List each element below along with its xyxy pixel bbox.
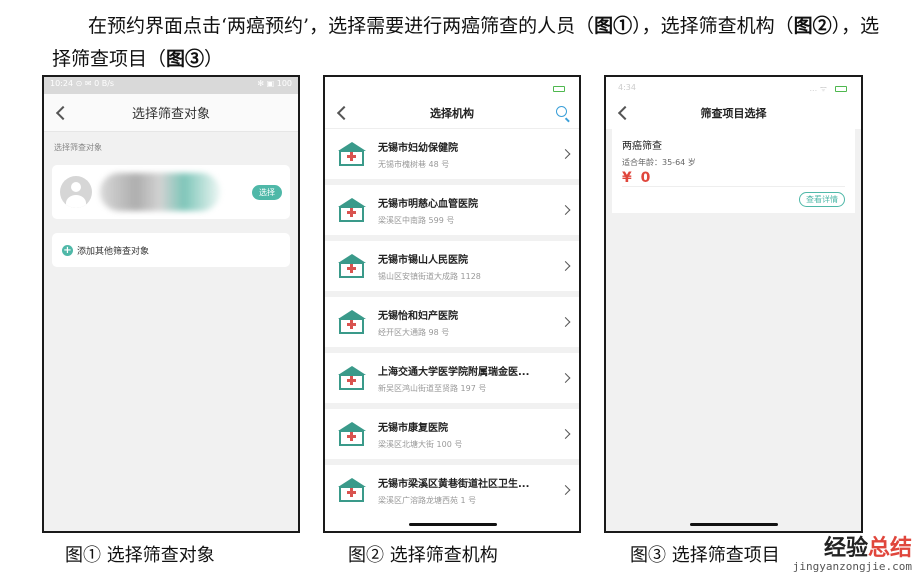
page-title: 筛查项目选择: [700, 107, 767, 120]
page-body: 两癌筛查 适合年龄：35-64 岁 ¥ 0 查看详情: [606, 129, 861, 531]
institution-item[interactable]: 无锡怡和妇产医院 经开区大通路 98 号: [325, 297, 579, 347]
institution-list: 无锡市妇幼保健院 无锡市槐树巷 48 号 无锡市明慈心血管医院 梁溪区中南路 599…: [325, 129, 579, 515]
institution-item[interactable]: 无锡市明慈心血管医院 梁溪区中南路 599 号: [325, 185, 579, 235]
institution-address: 无锡市槐树巷 48 号: [378, 159, 450, 169]
hospital-icon: [335, 477, 368, 503]
intro-ref-1: 图①: [594, 15, 633, 37]
add-target-label: 添加其他筛查对象: [77, 246, 150, 257]
chevron-right-icon: [560, 261, 571, 271]
divider: [622, 186, 845, 187]
status-left: 10:24 ⊙ ✉ 0 B/s: [50, 79, 115, 88]
intro-ref-2: 图②: [793, 15, 832, 37]
institution-address: 梁溪区中南路 599 号: [378, 215, 455, 225]
battery-icon: [835, 86, 847, 92]
instruction-paragraph: 在预约界面点击‘两癌预约’，选择需要进行两癌筛查的人员（图①），选择筛查机构（图…: [52, 10, 892, 76]
chevron-right-icon: [560, 205, 571, 215]
institution-address: 梁溪区广溶路龙塘西苑 1 号: [378, 495, 477, 505]
person-card[interactable]: 选择: [52, 165, 290, 219]
screening-item-card[interactable]: 两癌筛查 适合年龄：35-64 岁 ¥ 0 查看详情: [612, 129, 855, 213]
watermark-logo: 经验总结: [793, 530, 912, 562]
hospital-icon: [335, 253, 368, 279]
caption-figure-1: 图① 选择筛查对象: [65, 545, 215, 566]
hospital-icon: [335, 421, 368, 447]
chevron-right-icon: [560, 429, 571, 439]
institution-item[interactable]: 无锡市锡山人民医院锡山区安镇街道大成路 1128: [325, 241, 579, 291]
blurred-name: [100, 173, 220, 211]
watermark-text-b: 总结: [867, 536, 912, 561]
item-price: ¥ 0: [622, 170, 653, 186]
nav-bar: 筛查项目选择: [606, 97, 861, 129]
intro-text-2: ），选择筛查机构（: [632, 15, 794, 37]
institution-item[interactable]: 无锡市梁溪区黄巷街道社区卫生... 梁溪区广溶路龙塘西苑 1 号: [325, 465, 579, 515]
view-details-button[interactable]: 查看详情: [799, 192, 845, 207]
watermark-url: jingyanzongjie.com: [792, 560, 912, 573]
status-bar: [325, 77, 579, 97]
hospital-icon: [335, 309, 368, 335]
institution-address: 梁溪区北塘大街 100 号: [378, 439, 463, 449]
battery-icon: [553, 86, 565, 92]
intro-text-1: 在预约界面点击‘两癌预约’，选择需要进行两癌筛查的人员（: [88, 15, 595, 37]
status-time: 4:34: [618, 83, 636, 92]
institution-name: 无锡市妇幼保健院: [378, 142, 458, 154]
watermark: 经验总结 jingyanzongjie.com: [793, 530, 912, 573]
hospital-icon: [335, 141, 368, 167]
add-target-button[interactable]: + 添加其他筛查对象: [52, 233, 290, 267]
institution-item[interactable]: 无锡市妇幼保健院 无锡市槐树巷 48 号: [325, 129, 579, 179]
avatar-icon: [60, 176, 92, 208]
hospital-icon: [335, 365, 368, 391]
watermark-text-a: 经验: [823, 536, 868, 561]
institution-address: 经开区大通路 98 号: [378, 327, 450, 337]
chevron-right-icon: [560, 317, 571, 327]
hospital-icon: [335, 197, 368, 223]
institution-item[interactable]: 上海交通大学医学院附属瑞金医... 新吴区鸿山街道至贤路 197 号: [325, 353, 579, 403]
intro-ref-3: 图③: [166, 48, 205, 70]
search-icon[interactable]: [556, 106, 567, 117]
institution-name: 无锡市康复医院: [378, 422, 448, 434]
institution-name: 无锡市梁溪区黄巷街道社区卫生...: [378, 478, 530, 490]
institution-name: 无锡市明慈心血管医院: [378, 198, 478, 210]
select-button[interactable]: 选择: [252, 185, 282, 200]
home-indicator: [690, 523, 778, 526]
back-arrow-icon[interactable]: [617, 105, 633, 121]
institution-name: 无锡怡和妇产医院: [378, 310, 458, 322]
status-bar: 4:34 ... ᯤ: [606, 77, 861, 97]
plus-circle-icon: +: [62, 244, 73, 256]
screenshot-select-screening-target: 10:24 ⊙ ✉ 0 B/s ✻ ▣ 100 选择筛查对象 选择筛查对象 选择…: [42, 75, 300, 533]
page-body: 选择筛查对象 选择 + 添加其他筛查对象: [44, 132, 298, 531]
institution-name: 上海交通大学医学院附属瑞金医...: [378, 366, 530, 378]
status-bar: 10:24 ⊙ ✉ 0 B/s ✻ ▣ 100: [44, 77, 298, 94]
institution-item[interactable]: 无锡市康复医院梁溪区北塘大街 100 号: [325, 409, 579, 459]
nav-bar: 选择机构: [325, 97, 579, 129]
page-title: 选择筛查对象: [131, 107, 210, 122]
screenshot-select-screening-item: 4:34 ... ᯤ 筛查项目选择 两癌筛查 适合年龄：35-64 岁 ¥ 0 …: [604, 75, 863, 533]
chevron-right-icon: [560, 485, 571, 495]
chevron-right-icon: [560, 149, 571, 159]
section-label: 选择筛查对象: [54, 143, 102, 152]
home-indicator: [409, 523, 497, 526]
chevron-right-icon: [560, 373, 571, 383]
caption-figure-3: 图③ 选择筛查项目: [630, 545, 780, 566]
status-right: ✻ ▣ 100: [257, 79, 292, 88]
nav-bar: 选择筛查对象: [44, 94, 298, 132]
screenshot-select-institution: 选择机构 无锡市妇幼保健院 无锡市槐树巷 48 号 无锡市明慈心血管医院 梁溪区中南…: [323, 75, 581, 533]
page-title: 选择机构: [430, 106, 474, 120]
intro-text-4: ）: [204, 48, 224, 70]
back-arrow-icon[interactable]: [55, 105, 71, 120]
item-age-range: 适合年龄：35-64 岁: [622, 158, 696, 167]
caption-figure-2: 图② 选择筛查机构: [348, 545, 498, 566]
institution-address: 锡山区安镇街道大成路 1128: [378, 271, 481, 281]
institution-name: 无锡市锡山人民医院: [378, 254, 468, 266]
item-name: 两癌筛查: [622, 141, 662, 152]
back-arrow-icon[interactable]: [336, 105, 352, 120]
institution-address: 新吴区鸿山街道至贤路 197 号: [378, 383, 487, 393]
status-signal: ... ᯤ: [809, 84, 827, 93]
